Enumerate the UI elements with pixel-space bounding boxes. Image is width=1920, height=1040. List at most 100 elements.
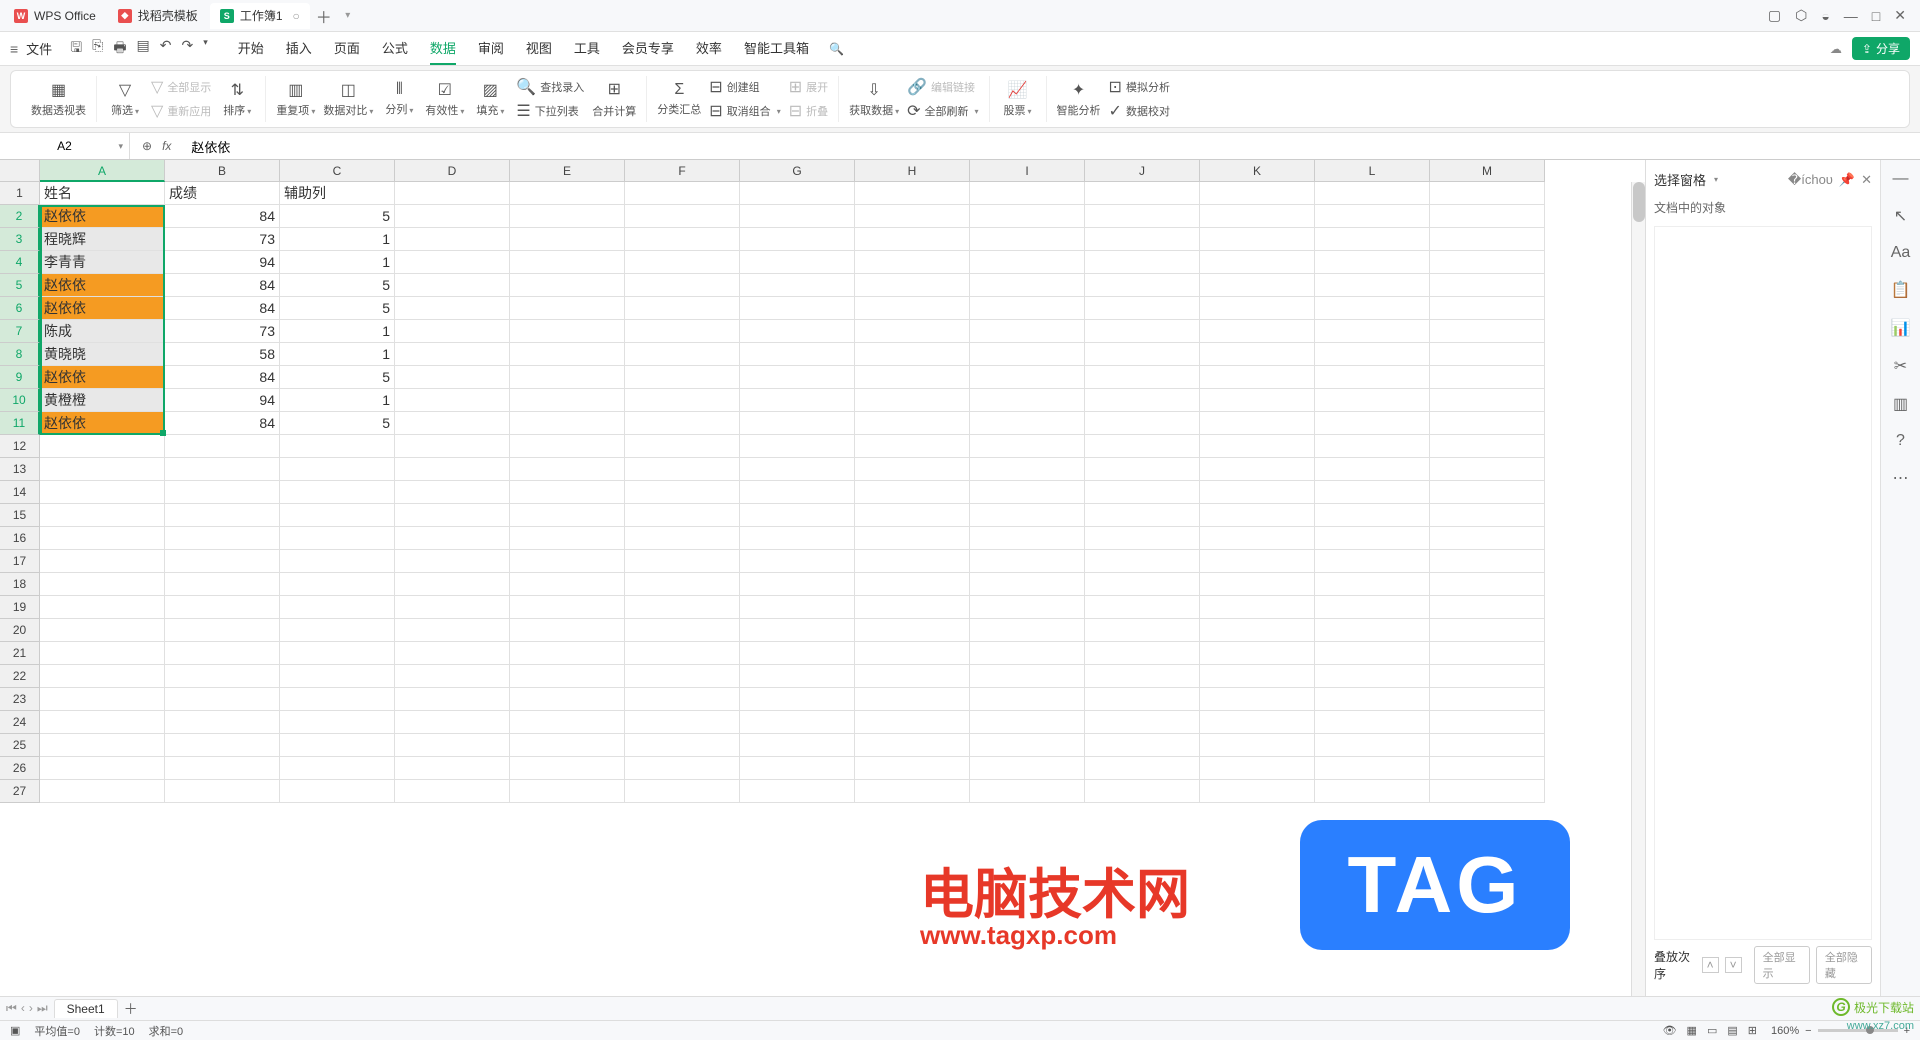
cell[interactable]: [1430, 734, 1545, 757]
more-icon[interactable]: ⋯: [1893, 468, 1909, 488]
cell[interactable]: [395, 297, 510, 320]
filter-button[interactable]: ▽筛选▾: [107, 80, 143, 118]
cell[interactable]: [1085, 320, 1200, 343]
cell[interactable]: [1315, 228, 1430, 251]
cell[interactable]: [510, 251, 625, 274]
cell[interactable]: [970, 182, 1085, 205]
cell[interactable]: [1200, 182, 1315, 205]
column-header[interactable]: H: [855, 160, 970, 182]
cell[interactable]: [510, 182, 625, 205]
cell[interactable]: [970, 619, 1085, 642]
cell[interactable]: [970, 274, 1085, 297]
cell[interactable]: [1430, 757, 1545, 780]
cell[interactable]: [855, 619, 970, 642]
cell[interactable]: [395, 780, 510, 803]
row-header[interactable]: 15: [0, 504, 40, 527]
cell[interactable]: [510, 389, 625, 412]
cell[interactable]: [1200, 458, 1315, 481]
cell[interactable]: [855, 596, 970, 619]
cell[interactable]: [40, 458, 165, 481]
subtotal-button[interactable]: Σ分类汇总: [657, 81, 701, 117]
cell[interactable]: 1: [280, 389, 395, 412]
cell[interactable]: 赵依依: [40, 366, 165, 389]
cell[interactable]: [625, 412, 740, 435]
menu-tab[interactable]: 公式: [382, 32, 408, 65]
get-data-button[interactable]: ⇩获取数据▾: [849, 80, 899, 118]
cell[interactable]: [1200, 435, 1315, 458]
cell[interactable]: [395, 320, 510, 343]
cell[interactable]: [1430, 435, 1545, 458]
cell[interactable]: [1315, 619, 1430, 642]
cell[interactable]: [855, 182, 970, 205]
cell[interactable]: [510, 665, 625, 688]
cell[interactable]: [855, 734, 970, 757]
cell[interactable]: [625, 389, 740, 412]
cell[interactable]: [970, 297, 1085, 320]
cell[interactable]: [1315, 596, 1430, 619]
cell[interactable]: [395, 527, 510, 550]
cell[interactable]: [510, 228, 625, 251]
cell[interactable]: [280, 527, 395, 550]
cell[interactable]: [1315, 481, 1430, 504]
cell[interactable]: [1200, 619, 1315, 642]
cell[interactable]: 姓名: [40, 182, 165, 205]
expand-formula-icon[interactable]: ⊕: [142, 139, 152, 153]
row-header[interactable]: 2: [0, 205, 40, 228]
cell[interactable]: [280, 711, 395, 734]
cell[interactable]: [625, 665, 740, 688]
name-box-input[interactable]: [20, 139, 110, 153]
cell[interactable]: [40, 573, 165, 596]
cell[interactable]: [40, 665, 165, 688]
row-header[interactable]: 7: [0, 320, 40, 343]
cell[interactable]: [1085, 573, 1200, 596]
vertical-scroll-thumb[interactable]: [1633, 182, 1645, 222]
cell[interactable]: [740, 527, 855, 550]
cells-grid[interactable]: 姓名成绩辅助列赵依依845程晓辉731李青青941赵依依845赵依依845陈成7…: [40, 182, 1545, 803]
cell[interactable]: [1200, 734, 1315, 757]
cell[interactable]: [510, 343, 625, 366]
cell[interactable]: [625, 366, 740, 389]
vertical-scrollbar[interactable]: [1631, 182, 1645, 996]
data-validation-button[interactable]: ✓数据校对: [1109, 101, 1170, 121]
column-header[interactable]: J: [1085, 160, 1200, 182]
cell[interactable]: [280, 780, 395, 803]
cell[interactable]: [740, 711, 855, 734]
cell[interactable]: 1: [280, 320, 395, 343]
cell[interactable]: [1085, 182, 1200, 205]
cell[interactable]: [165, 458, 280, 481]
cell[interactable]: 58: [165, 343, 280, 366]
cell[interactable]: [855, 642, 970, 665]
cell[interactable]: [1315, 366, 1430, 389]
cell[interactable]: [970, 389, 1085, 412]
cell[interactable]: [740, 550, 855, 573]
maximize-button[interactable]: □: [1872, 8, 1880, 24]
cell[interactable]: [1315, 642, 1430, 665]
cell[interactable]: [165, 550, 280, 573]
stocks-button[interactable]: 📈股票▾: [1000, 80, 1036, 118]
cell[interactable]: [395, 688, 510, 711]
collapse-rail-icon[interactable]: —: [1893, 170, 1909, 188]
close-window-button[interactable]: ✕: [1894, 7, 1906, 24]
cell[interactable]: [1430, 596, 1545, 619]
cell[interactable]: [395, 573, 510, 596]
cell[interactable]: [855, 711, 970, 734]
cell[interactable]: [1430, 251, 1545, 274]
print-icon[interactable]: 🖶: [113, 37, 126, 61]
column-header[interactable]: A: [40, 160, 165, 182]
cell[interactable]: [395, 274, 510, 297]
cell[interactable]: [740, 274, 855, 297]
row-header[interactable]: 20: [0, 619, 40, 642]
cell[interactable]: [510, 274, 625, 297]
zoom-out-icon[interactable]: −: [1805, 1025, 1811, 1037]
close-tab-icon[interactable]: ○: [293, 9, 300, 23]
column-header[interactable]: I: [970, 160, 1085, 182]
cell[interactable]: [1085, 596, 1200, 619]
select-tool-icon[interactable]: ↖: [1894, 206, 1907, 226]
spreadsheet[interactable]: ABCDEFGHIJKLM 12345678910111213141516171…: [0, 160, 1645, 996]
menu-tab[interactable]: 开始: [238, 32, 264, 65]
cell[interactable]: [625, 205, 740, 228]
last-sheet-icon[interactable]: ⏭: [37, 1001, 48, 1016]
style-icon[interactable]: Aa: [1891, 244, 1911, 262]
fx-icon[interactable]: fx: [162, 139, 171, 153]
cell[interactable]: [855, 274, 970, 297]
